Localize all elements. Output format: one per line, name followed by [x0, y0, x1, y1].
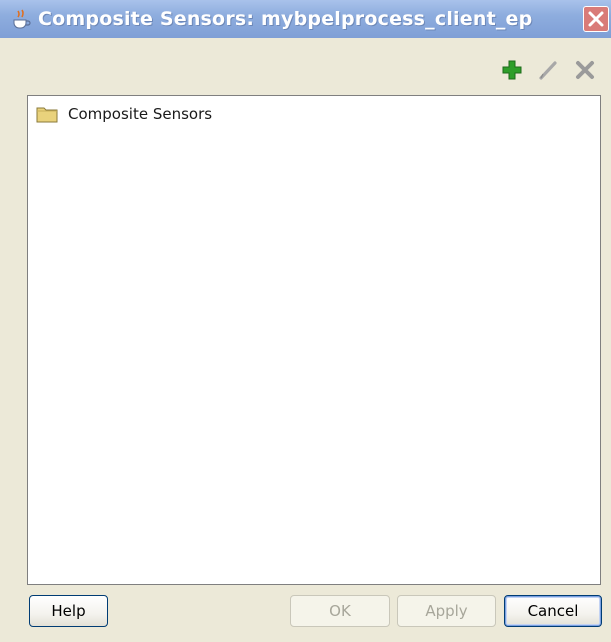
title-bar[interactable]: Composite Sensors: mybpelprocess_client_… — [0, 0, 611, 38]
add-sensor-button[interactable] — [500, 58, 524, 82]
delete-x-icon — [576, 61, 594, 79]
java-cup-icon — [13, 9, 31, 29]
close-button[interactable] — [583, 6, 609, 32]
tree-node-label: Composite Sensors — [68, 105, 213, 123]
tree-node-composite-sensors[interactable]: Composite Sensors — [36, 104, 212, 124]
ok-button[interactable]: OK — [290, 595, 390, 627]
toolbar — [0, 38, 611, 90]
pencil-icon — [539, 61, 557, 80]
sensor-tree[interactable]: Composite Sensors — [27, 95, 601, 585]
cancel-button[interactable]: Cancel — [504, 595, 602, 627]
delete-sensor-button[interactable] — [573, 58, 597, 82]
composite-sensors-dialog: Composite Sensors: mybpelprocess_client_… — [0, 0, 611, 642]
close-icon — [588, 11, 604, 27]
edit-sensor-button[interactable] — [537, 58, 561, 82]
folder-icon — [36, 107, 58, 123]
apply-button[interactable]: Apply — [397, 595, 496, 627]
window-title: Composite Sensors: mybpelprocess_client_… — [38, 8, 533, 30]
help-button[interactable]: Help — [29, 595, 108, 627]
plus-icon — [502, 60, 522, 80]
